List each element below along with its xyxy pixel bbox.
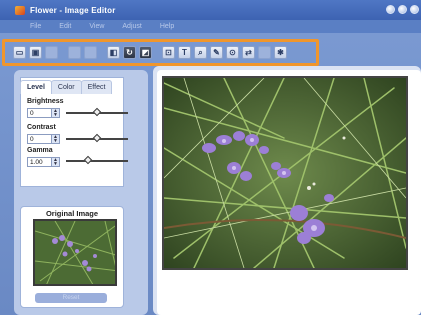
save-icon[interactable]: ▣ xyxy=(29,46,42,59)
zoom-icon[interactable]: ⌕ xyxy=(194,46,207,59)
contrast-spinner[interactable]: 0 ▲ ▼ xyxy=(27,134,60,144)
tab-effect[interactable]: Effect xyxy=(80,80,113,94)
spinner-arrows-icon[interactable]: ▲ ▼ xyxy=(51,158,59,167)
menu-help[interactable]: Help xyxy=(160,23,174,30)
tab-color[interactable]: Color xyxy=(50,80,82,94)
brightness-slider[interactable] xyxy=(66,107,128,117)
contrast-slider[interactable] xyxy=(66,133,128,143)
brush-icon[interactable]: ✎ xyxy=(210,46,223,59)
tab-level[interactable]: Level xyxy=(20,80,52,94)
frame-icon[interactable] xyxy=(258,46,271,59)
redeye-icon[interactable]: ⊙ xyxy=(226,46,239,59)
open-icon[interactable]: ▭ xyxy=(13,46,26,59)
adjust-tabs: Level Color Effect xyxy=(20,80,113,94)
settings-icon[interactable]: ✱ xyxy=(274,46,287,59)
menu-adjust[interactable]: Adjust xyxy=(122,23,141,30)
original-image-thumbnail xyxy=(33,219,117,286)
brightness-spinner[interactable]: 0 ▲ ▼ xyxy=(27,108,60,118)
app-window: Flower - Image Editor File Edit View Adj… xyxy=(0,0,421,315)
flip-icon[interactable]: ◩ xyxy=(139,46,152,59)
undo-icon[interactable] xyxy=(45,46,58,59)
window-title: Flower - Image Editor xyxy=(30,5,116,15)
gamma-spinner[interactable]: 1.00 ▲ ▼ xyxy=(27,157,60,167)
spinner-arrows-icon[interactable]: ▲ ▼ xyxy=(51,135,59,144)
menu-edit[interactable]: Edit xyxy=(59,23,71,30)
app-logo-icon xyxy=(15,5,25,15)
menu-file[interactable]: File xyxy=(30,23,41,30)
title-bar: Flower - Image Editor xyxy=(0,0,421,20)
gamma-label: Gamma xyxy=(27,147,53,154)
contrast-label: Contrast xyxy=(27,124,56,131)
edited-image[interactable] xyxy=(162,76,408,270)
maximize-icon[interactable] xyxy=(398,5,407,14)
brightness-label: Brightness xyxy=(27,98,64,105)
resize-icon[interactable]: ⊡ xyxy=(162,46,175,59)
close-icon[interactable] xyxy=(410,5,419,14)
text-tool-icon[interactable]: T xyxy=(178,46,191,59)
minimize-icon[interactable] xyxy=(386,5,395,14)
cut-icon[interactable] xyxy=(84,46,97,59)
compare-icon[interactable]: ⇄ xyxy=(242,46,255,59)
rotate-icon[interactable]: ↻ xyxy=(123,46,136,59)
original-image-title: Original Image xyxy=(45,209,99,218)
redo-icon[interactable] xyxy=(68,46,81,59)
menu-bar: File Edit View Adjust Help xyxy=(0,20,421,33)
menu-view[interactable]: View xyxy=(89,23,104,30)
window-controls xyxy=(386,5,419,14)
toolbar: ▭ ▣ ◧ ↻ ◩ ⊡ T ⌕ ✎ ⊙ ⇄ ✱ xyxy=(13,43,315,62)
crop-icon[interactable]: ◧ xyxy=(107,46,120,59)
spinner-arrows-icon[interactable]: ▲ ▼ xyxy=(51,109,59,118)
gamma-slider[interactable] xyxy=(66,155,128,165)
reset-button[interactable]: Reset xyxy=(35,293,107,303)
